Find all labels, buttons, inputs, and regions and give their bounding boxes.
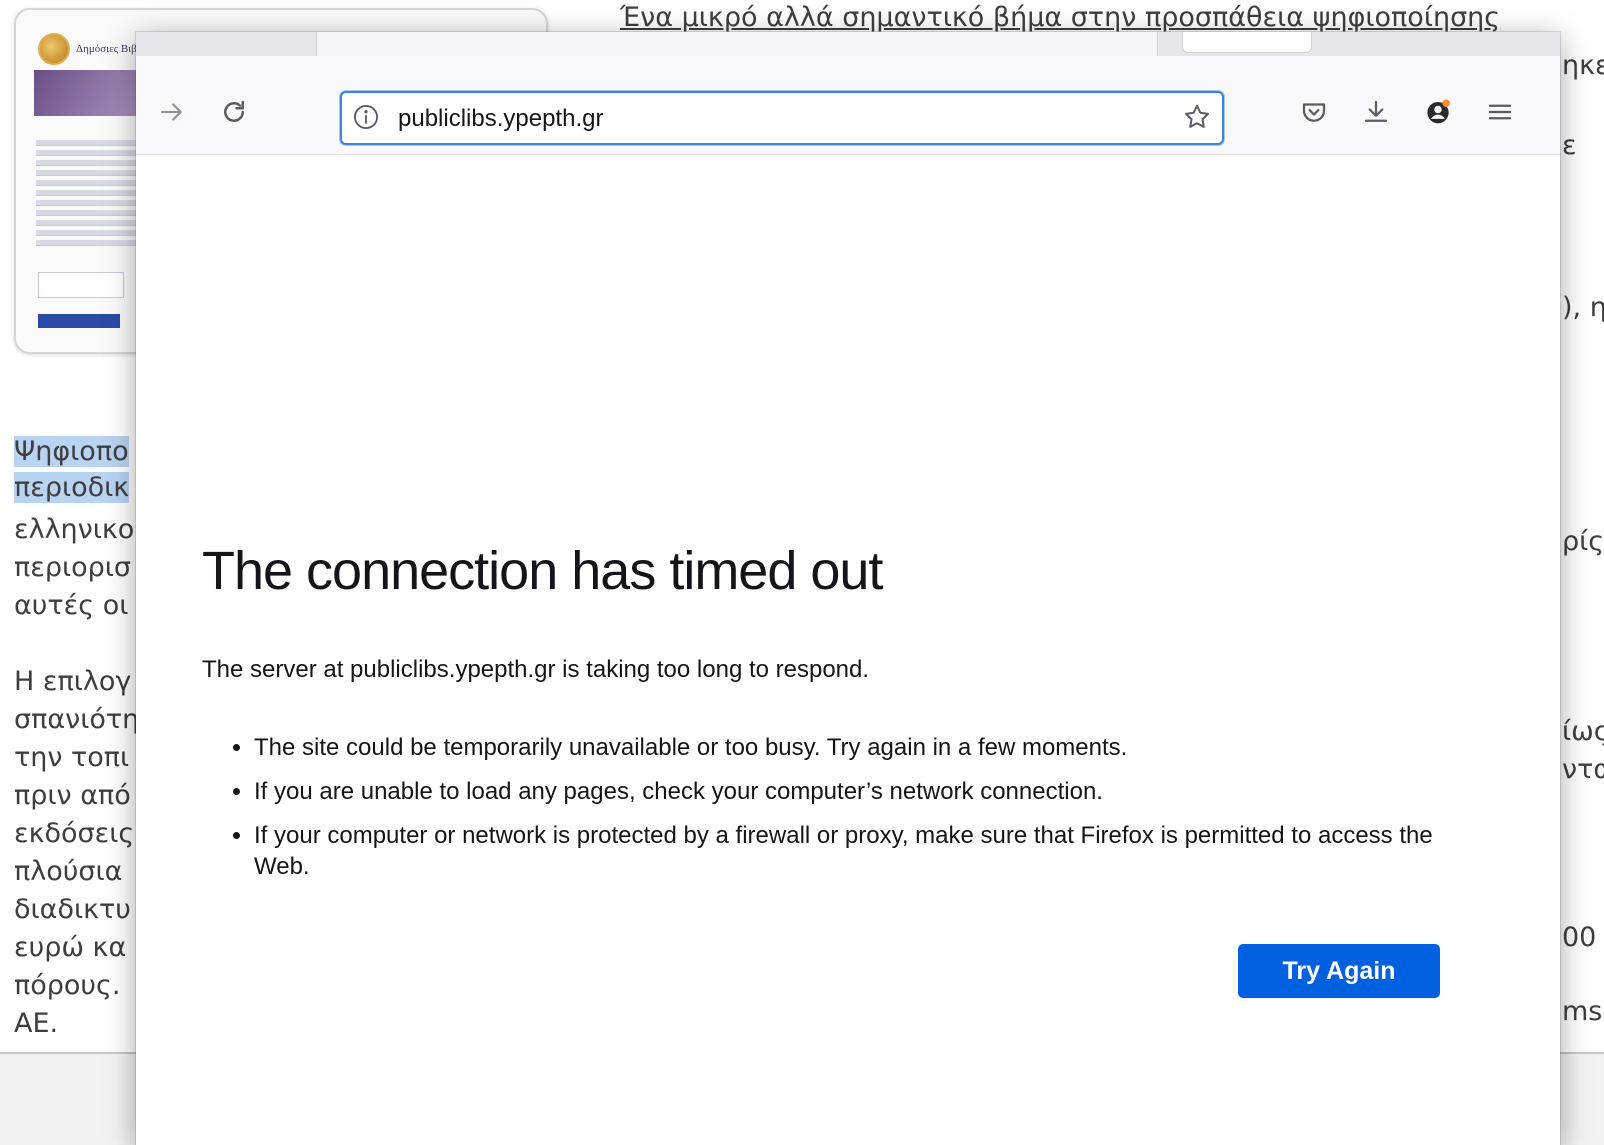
error-title: The connection has timed out: [202, 541, 883, 601]
tab-strip: [136, 32, 1560, 57]
article-top-link[interactable]: Ένα μικρό αλλά σημαντικό βήμα στην προσπ…: [620, 2, 1500, 33]
article-text-right-1: ηκε: [1562, 50, 1604, 81]
account-button[interactable]: [1418, 94, 1458, 134]
list-item: If you are unable to load any pages, che…: [254, 776, 1494, 807]
thumbnail-ad-box: [38, 272, 124, 298]
list-item: The site could be temporarily unavailabl…: [254, 732, 1494, 763]
article-text-left-15: ΑΕ.: [14, 1008, 59, 1039]
article-text-left-14: πόρους.: [14, 970, 121, 1001]
bookmark-star-icon[interactable]: [1182, 102, 1212, 132]
article-text-right-3: ), η: [1562, 292, 1604, 323]
highlighted-text: Ψηφιοπο: [14, 436, 129, 467]
try-again-button[interactable]: Try Again: [1238, 944, 1440, 998]
forward-button[interactable]: [152, 94, 192, 134]
article-text-left-3: ελληνικο: [14, 514, 135, 545]
article-text-right-8: ms: [1562, 996, 1603, 1027]
list-item: If your computer or network is protected…: [254, 820, 1494, 882]
article-text-right-6: ντα: [1562, 754, 1604, 785]
app-menu-button[interactable]: [1480, 94, 1520, 134]
firefox-window: publiclibs.ypepth.gr The connection has …: [136, 32, 1560, 1145]
download-icon: [1361, 97, 1391, 131]
article-text-left-12: διαδικτυ: [14, 894, 131, 925]
account-icon: [1423, 97, 1453, 131]
error-suggestions-list: The site could be temporarily unavailabl…: [202, 732, 1494, 895]
article-text-right-7: 00: [1562, 922, 1597, 953]
menu-icon: [1485, 97, 1515, 131]
url-text[interactable]: publiclibs.ypepth.gr: [398, 105, 603, 133]
pocket-icon: [1299, 97, 1329, 131]
library-logo-icon: [38, 33, 70, 65]
article-text-left-7: σπανιότη: [14, 704, 140, 735]
pocket-button[interactable]: [1294, 94, 1334, 134]
reload-icon: [219, 97, 249, 131]
article-text-left-8: την τοπι: [14, 742, 130, 773]
site-info-icon[interactable]: [352, 103, 380, 131]
navigation-toolbar: publiclibs.ypepth.gr: [136, 56, 1560, 155]
url-bar[interactable]: publiclibs.ypepth.gr: [340, 91, 1224, 145]
article-text-right-5: ίως: [1562, 716, 1604, 747]
reload-button[interactable]: [214, 94, 254, 134]
downloads-button[interactable]: [1356, 94, 1396, 134]
tab-indicator: [1182, 32, 1312, 53]
article-text-left-5: αυτές οι: [14, 590, 129, 621]
article-text-left-1: Ψηφιοπο: [14, 436, 129, 467]
article-text-right-4: ρίς: [1562, 526, 1604, 557]
article-text-left-11: πλούσια: [14, 856, 123, 887]
active-tab[interactable]: [316, 32, 1158, 56]
arrow-right-icon: [157, 97, 187, 131]
thumbnail-sidebar: [36, 136, 136, 250]
article-text-left-6: Η επιλογ: [14, 666, 132, 697]
error-description: The server at publiclibs.ypepth.gr is ta…: [202, 656, 870, 683]
article-text-right-2: ε: [1562, 130, 1577, 161]
article-text-left-2: περιοδικ: [14, 472, 130, 503]
thumbnail-header: Δημόσιες Βιβλ: [38, 32, 142, 66]
thumbnail-eu-banner: [38, 314, 120, 328]
article-text-left-10: εκδόσεις: [14, 818, 135, 849]
article-text-left-4: περιορισ: [14, 552, 132, 583]
article-text-left-9: πριν από: [14, 780, 131, 811]
thumbnail-title: Δημόσιες Βιβλ: [76, 43, 143, 55]
highlighted-text: περιοδικ: [14, 472, 130, 503]
article-text-left-13: ευρώ κα: [14, 932, 127, 963]
